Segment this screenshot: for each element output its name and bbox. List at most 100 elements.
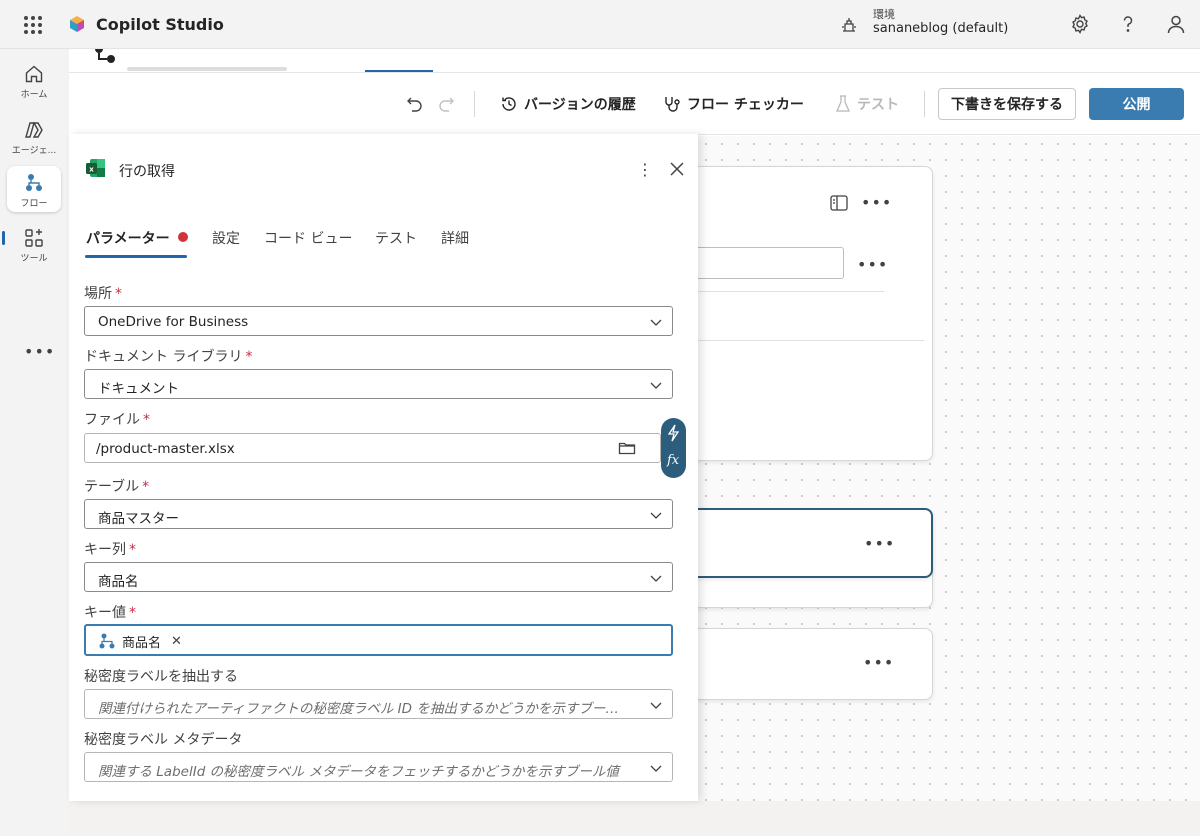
sensitivity-metadata-dropdown[interactable]: 関連する LabelId の秘密度ラベル メタデータをフェッチするかどうかを示す…: [84, 752, 673, 782]
file-label: ファイル *: [84, 412, 150, 428]
panel-title: 行の取得: [119, 164, 175, 180]
toolbar-divider: [474, 91, 475, 117]
key-value-input[interactable]: 商品名 ✕: [84, 624, 673, 656]
help-icon[interactable]: [1117, 13, 1139, 35]
agents-icon: [25, 122, 43, 138]
card-more-icon[interactable]: •••: [864, 534, 895, 553]
location-dropdown[interactable]: OneDrive for Business: [84, 306, 673, 336]
card-divider: [669, 291, 884, 292]
environment-value[interactable]: sananeblog (default): [873, 21, 1008, 36]
token-label: 商品名: [122, 635, 162, 651]
app-title: Copilot Studio: [96, 15, 224, 34]
toolbar: バージョンの履歴 フロー チェッカー テスト 下書きを保存する 公開: [69, 73, 1200, 135]
file-value: /product-master.xlsx: [96, 441, 235, 457]
table-value: 商品マスター: [98, 511, 179, 527]
rail-item-agents[interactable]: エージェ...: [7, 113, 61, 159]
rail-item-home[interactable]: ホーム: [7, 57, 61, 103]
flow-checker-button[interactable]: フロー チェッカー: [663, 91, 804, 117]
settings-gear-icon[interactable]: [1069, 13, 1091, 35]
dynamic-content-pill[interactable]: fx: [661, 418, 686, 478]
key-column-label: キー列 *: [84, 542, 136, 558]
sensitivity-metadata-label: 秘密度ラベル メタデータ: [84, 732, 243, 748]
chevron-down-icon: [650, 765, 662, 772]
home-icon: [25, 65, 43, 83]
tab-code-view[interactable]: コード ビュー: [264, 228, 352, 248]
tab-details[interactable]: 詳細: [441, 228, 469, 248]
undo-icon[interactable]: [405, 94, 425, 114]
test-label: テスト: [857, 97, 899, 113]
table-label: テーブル *: [84, 479, 150, 495]
key-column-dropdown[interactable]: 商品名: [84, 562, 673, 592]
version-history-button[interactable]: バージョンの履歴: [500, 91, 636, 117]
app-launcher-icon[interactable]: [22, 14, 44, 36]
lightning-icon[interactable]: [666, 424, 681, 442]
card-divider: [669, 340, 924, 341]
card-input-more-icon[interactable]: •••: [857, 255, 888, 274]
error-indicator: [178, 232, 188, 242]
copilot-studio-logo: [70, 16, 84, 32]
file-input[interactable]: /product-master.xlsx: [84, 433, 661, 463]
chevron-down-icon: [650, 512, 662, 519]
close-icon[interactable]: [667, 159, 687, 179]
left-nav-rail: ホーム エージェ... フロー ツール •••: [0, 49, 68, 836]
flow-icon: [26, 174, 42, 191]
library-value: ドキュメント: [98, 381, 179, 397]
table-dropdown[interactable]: 商品マスター: [84, 499, 673, 529]
toolbar-divider: [924, 91, 925, 117]
action-properties-panel: x 行の取得 ⋮ パラメーター 設定 コード ビュー テスト 詳細 場所 * On…: [69, 134, 698, 801]
key-value-label: キー値 *: [84, 605, 136, 621]
panel-more-icon[interactable]: ⋮: [637, 160, 653, 179]
svg-text:x: x: [89, 166, 94, 174]
dynamic-token[interactable]: 商品名 ✕: [98, 631, 182, 651]
active-indicator: [2, 231, 5, 245]
history-icon: [502, 97, 516, 111]
sensitivity-extract-label: 秘密度ラベルを抽出する: [84, 669, 238, 685]
excel-icon: x: [86, 159, 105, 177]
page-header: [69, 49, 1200, 73]
rail-more-icon[interactable]: •••: [24, 342, 55, 361]
rail-item-label: ホーム: [20, 90, 48, 100]
rail-item-tools[interactable]: ツール: [7, 221, 61, 267]
flask-icon: [835, 95, 851, 112]
publish-button[interactable]: 公開: [1089, 88, 1184, 120]
flow-canvas[interactable]: ••• ••• ••• •••: [668, 136, 1200, 801]
location-value: OneDrive for Business: [98, 314, 249, 330]
action-card[interactable]: •••: [668, 628, 933, 700]
tab-test[interactable]: テスト: [375, 228, 417, 248]
card-more-icon[interactable]: •••: [861, 193, 892, 212]
sensitivity-extract-placeholder: 関連付けられたアーティファクトの秘密度ラベル ID を抽出するかどうかを示すブー…: [98, 701, 628, 717]
folder-icon[interactable]: [618, 439, 636, 457]
action-card[interactable]: ••• •••: [668, 166, 933, 461]
rail-item-label: エージェ...: [11, 146, 57, 156]
library-label: ドキュメント ライブラリ *: [84, 349, 253, 365]
panel-toggle-icon[interactable]: [830, 195, 848, 211]
flow-header-icon: [95, 49, 115, 63]
key-column-value: 商品名: [98, 574, 139, 590]
user-profile-icon[interactable]: [1165, 13, 1187, 35]
redo-icon[interactable]: [436, 94, 456, 114]
chevron-down-icon: [650, 319, 662, 326]
selected-action-card[interactable]: •••: [668, 508, 933, 578]
page-title-partial: [127, 67, 287, 71]
environment-icon[interactable]: [839, 15, 859, 35]
flow-token-icon: [99, 633, 115, 649]
location-label: 場所 *: [84, 286, 122, 302]
stethoscope-icon: [665, 97, 680, 112]
version-history-label: バージョンの履歴: [524, 97, 636, 113]
rail-item-label: フロー: [20, 199, 48, 209]
tab-settings[interactable]: 設定: [212, 228, 240, 248]
token-remove-icon[interactable]: ✕: [171, 634, 182, 649]
test-button[interactable]: テスト: [835, 91, 899, 117]
chevron-down-icon: [650, 382, 662, 389]
card-more-icon[interactable]: •••: [863, 653, 894, 672]
rail-item-label: ツール: [20, 254, 48, 264]
rail-item-flows[interactable]: フロー: [7, 166, 61, 212]
tab-parameters[interactable]: パラメーター: [86, 228, 170, 248]
flow-checker-label: フロー チェッカー: [687, 97, 804, 113]
sensitivity-extract-dropdown[interactable]: 関連付けられたアーティファクトの秘密度ラベル ID を抽出するかどうかを示すブー…: [84, 689, 673, 719]
environment-label: 環境: [873, 8, 895, 21]
fx-icon[interactable]: fx: [667, 453, 679, 468]
sensitivity-metadata-placeholder: 関連する LabelId の秘密度ラベル メタデータをフェッチするかどうかを示す…: [98, 764, 619, 780]
library-dropdown[interactable]: ドキュメント: [84, 369, 673, 399]
save-draft-button[interactable]: 下書きを保存する: [938, 88, 1076, 120]
